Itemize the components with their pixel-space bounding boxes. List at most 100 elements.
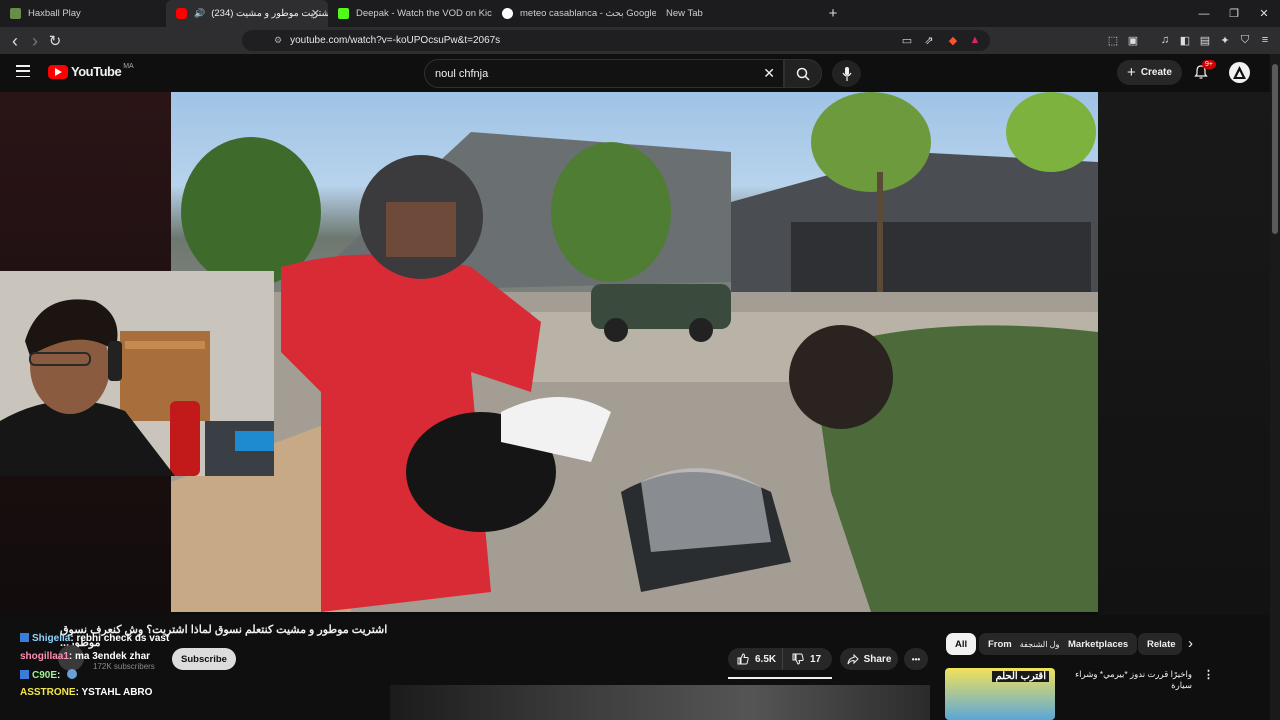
subscribe-button[interactable]: Subscribe [172, 648, 236, 670]
notifications-bell-icon[interactable]: 9+ [1193, 60, 1216, 80]
chat-username: Shigella [32, 633, 71, 644]
video-scene-image [171, 92, 1098, 612]
chat-username: C90E [32, 670, 58, 681]
forward-button[interactable]: › [24, 30, 46, 52]
ambient-glow-right [1098, 92, 1270, 615]
browser-tab-strip: Haxball Play 🔊 (234) اشتريت موطور و مشيت… [0, 0, 1280, 27]
guide-menu-icon[interactable] [16, 65, 30, 77]
background-video-strip [390, 685, 930, 720]
google-favicon-icon [502, 8, 513, 19]
like-button[interactable]: 6.5K [728, 648, 783, 670]
chat-emote-icon [67, 669, 78, 679]
account-avatar[interactable] [1229, 62, 1250, 83]
clear-search-icon[interactable]: ✕ [763, 65, 775, 82]
tab-youtube-video[interactable]: 🔊 (234) اشتريت موطور و مشيت ✕ [166, 0, 328, 27]
chip-channel-name: مول الشنجفة [1019, 639, 1064, 649]
youtube-logo[interactable]: YouTube MA [48, 63, 134, 79]
cast-icon[interactable]: ▭ [898, 31, 916, 49]
audio-playing-icon[interactable]: 🔊 [194, 8, 205, 19]
webcam-image [0, 271, 274, 476]
tab-groups-icon[interactable]: ▣ [1124, 31, 1142, 49]
chat-username: shogillaa1 [20, 651, 69, 662]
menu-icon[interactable]: ≡ [1256, 31, 1274, 49]
site-info-icon[interactable]: ⚙ [274, 35, 282, 46]
chat-text: : YSTAHL ABRO [75, 687, 153, 698]
video-info-area: اشتريت موطور و مشيت كنتعلم نسوق لماذا اش… [0, 615, 1270, 720]
search-input[interactable]: noul chfnja ✕ [424, 59, 784, 88]
chat-username: ASSTRONE [20, 687, 76, 698]
chat-badge-icon [20, 633, 29, 642]
tab-title: meteo casablanca - بحث Google [520, 8, 656, 19]
extensions-icon[interactable]: ⬚ [1104, 31, 1122, 49]
wallet-icon[interactable]: ▤ [1196, 31, 1214, 49]
like-dislike-group: 6.5K 17 [728, 648, 832, 670]
share-button[interactable]: Share [840, 648, 898, 670]
create-label: Create [1140, 67, 1172, 78]
vpn-icon[interactable]: ⛉ [1236, 31, 1254, 49]
related-video-title[interactable]: واخيرًا قررت ندوز *بيرمي* وشراء سيارة [1062, 669, 1192, 691]
notifications-badge: 9+ [1202, 60, 1216, 69]
chip-all[interactable]: All [946, 633, 977, 655]
dislike-count: 17 [810, 653, 822, 665]
region-code: MA [123, 63, 134, 70]
scrollbar-thumb[interactable] [1272, 64, 1278, 234]
video-player[interactable] [0, 92, 1270, 615]
share-icon [847, 653, 859, 664]
new-tab-button[interactable]: + [820, 0, 846, 27]
youtube-favicon-icon [176, 8, 187, 19]
search-icon [796, 67, 810, 81]
related-video-thumbnail[interactable]: اقترب الحلم [945, 668, 1055, 720]
tab-close-icon[interactable]: ✕ [311, 7, 320, 20]
voice-search-button[interactable] [832, 60, 861, 87]
restore-button[interactable]: ❐ [1218, 0, 1250, 27]
kick-favicon-icon [338, 8, 349, 19]
like-count: 6.5K [755, 653, 777, 665]
sidebar-icon[interactable]: ◧ [1176, 31, 1194, 49]
chat-message: shogillaa1: ma 3endek zhar [20, 651, 150, 662]
microphone-icon [842, 66, 851, 81]
chip-marketplaces[interactable]: Marketplaces [1059, 633, 1138, 655]
chip-from-label: From [988, 638, 1012, 650]
chat-message: C90E: [20, 669, 78, 681]
search-query-text: noul chfnja [435, 67, 489, 80]
related-more-icon[interactable]: ⋮ [1203, 668, 1214, 681]
share-page-icon[interactable]: ⇗ [920, 31, 938, 49]
tab-title: Deepak - Watch the VOD on Kick [356, 8, 492, 19]
tab-kick[interactable]: Deepak - Watch the VOD on Kick [328, 0, 492, 27]
thumbs-down-icon [792, 653, 804, 665]
chat-badge-icon [20, 670, 29, 679]
minimize-button[interactable]: — [1188, 0, 1220, 27]
video-frame[interactable] [171, 92, 1098, 612]
chat-text: : ma 3endek zhar [68, 651, 151, 662]
media-icon[interactable]: ♫ [1156, 31, 1174, 49]
haxball-favicon-icon [10, 8, 21, 19]
reload-button[interactable]: ↻ [44, 30, 66, 52]
youtube-header: YouTube MA noul chfnja ✕ + Create 9+ [0, 54, 1270, 92]
page-scrollbar[interactable] [1270, 54, 1280, 720]
chat-text: : [57, 670, 61, 681]
like-ratio-bar [728, 677, 832, 679]
url-text: youtube.com/watch?v=-koUPOcsuPw&t=2067s [290, 35, 501, 46]
chip-related[interactable]: Relate [1138, 633, 1182, 655]
dislike-button[interactable]: 17 [783, 648, 821, 670]
tab-haxball[interactable]: Haxball Play [0, 0, 166, 27]
chat-text: : rebhi check ds vast [70, 633, 170, 644]
tab-google[interactable]: meteo casablanca - بحث Google [492, 0, 656, 27]
chat-message: ASSTRONE: YSTAHL ABRO [20, 687, 152, 698]
subscriber-count: 172K subscribers [93, 662, 155, 671]
chat-message: Shigella: rebhi check ds vast [20, 633, 169, 644]
back-button[interactable]: ‹ [4, 30, 26, 52]
search-button[interactable] [784, 59, 822, 88]
tab-title: Haxball Play [28, 8, 81, 19]
address-bar[interactable]: ⚙ youtube.com/watch?v=-koUPOcsuPw&t=2067… [242, 30, 990, 51]
brave-shields-icon[interactable]: ◆ [944, 31, 962, 49]
share-label: Share [863, 653, 892, 665]
chips-next-icon[interactable]: › [1188, 635, 1193, 652]
tab-new[interactable]: New Tab [656, 0, 820, 27]
youtube-logo-text: YouTube [71, 64, 122, 79]
leo-ai-icon[interactable]: ✦ [1216, 31, 1234, 49]
more-actions-button[interactable]: ••• [904, 648, 928, 670]
brave-rewards-icon[interactable]: ▲ [966, 31, 984, 49]
create-button[interactable]: + Create [1117, 60, 1182, 85]
close-window-button[interactable]: ✕ [1248, 0, 1280, 27]
